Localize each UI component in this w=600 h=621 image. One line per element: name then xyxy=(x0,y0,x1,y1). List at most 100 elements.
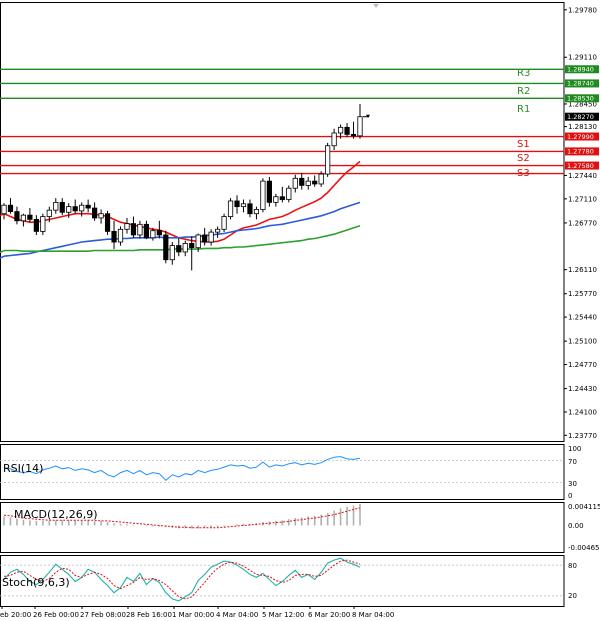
price-tick-label: 1.27110 xyxy=(568,195,597,203)
chart-background xyxy=(0,0,600,621)
candle-body xyxy=(7,204,14,212)
candle-body xyxy=(98,213,104,219)
level-label-r3: R3 xyxy=(517,68,530,79)
candle-body xyxy=(124,223,130,230)
candle-body xyxy=(137,223,143,236)
price-tick-label: 1.27440 xyxy=(568,172,597,180)
candle-body xyxy=(66,206,72,213)
candle-body xyxy=(247,203,253,215)
candle-body xyxy=(111,231,117,243)
price-tick-label: 1.25440 xyxy=(568,314,597,322)
candle-body xyxy=(286,187,292,200)
candle-body xyxy=(350,134,357,137)
candle-body xyxy=(130,223,137,236)
stoch-tick-label: 20 xyxy=(568,592,577,600)
candle-body xyxy=(279,196,285,200)
level-price-tag-label: 1.28740 xyxy=(567,80,594,88)
macd-label: MACD(12,26,9) xyxy=(14,508,98,521)
candle-body xyxy=(72,206,78,212)
candle-body xyxy=(202,234,208,243)
candle-body xyxy=(59,201,65,213)
price-tick-label: 1.24770 xyxy=(568,361,597,369)
candle-body xyxy=(40,216,46,232)
candle-body xyxy=(156,230,162,236)
price-tick-label: 1.25770 xyxy=(568,290,597,298)
candle-body xyxy=(176,245,182,253)
trading-chart: 1.297801.291101.284501.281301.274401.271… xyxy=(0,0,600,621)
candle-body xyxy=(357,116,363,137)
candle-body xyxy=(331,132,337,147)
candle-body xyxy=(27,214,33,220)
candle-body xyxy=(85,204,91,209)
candle-body xyxy=(318,173,324,185)
price-tick-label: 1.29110 xyxy=(568,54,597,62)
level-price-tag-label: 1.28940 xyxy=(567,66,594,74)
candle-body xyxy=(169,245,175,261)
candle-body xyxy=(20,214,27,222)
stoch-tick-label: 80 xyxy=(568,562,577,570)
candle-body xyxy=(266,180,272,203)
time-tick-label: 5 Mar 12:00 xyxy=(262,611,304,619)
candle-body xyxy=(117,228,124,243)
level-label-r2: R2 xyxy=(517,86,530,97)
candle-body xyxy=(227,200,234,217)
candle-body xyxy=(1,204,7,215)
candle-body xyxy=(163,234,169,261)
candle-body xyxy=(292,177,298,189)
time-tick-label: 28 Feb 16:00 xyxy=(126,611,172,619)
candle-body xyxy=(234,200,240,208)
macd-tick-label: 0.004115 xyxy=(568,503,600,511)
price-tick-label: 1.24430 xyxy=(568,385,597,393)
level-label-s3: S3 xyxy=(517,168,530,179)
candle-body xyxy=(325,145,331,175)
candle-body xyxy=(260,180,266,210)
candle-body xyxy=(337,126,344,134)
candle-body xyxy=(92,207,98,219)
rsi-tick-label: 70 xyxy=(568,458,577,466)
time-tick-label: 8 Mar 04:00 xyxy=(352,611,394,619)
price-tick-label: 1.26770 xyxy=(568,219,597,227)
candle-body xyxy=(195,234,201,249)
level-label-s2: S2 xyxy=(517,153,530,164)
candle-body xyxy=(53,201,59,211)
level-label-r1: R1 xyxy=(517,104,530,115)
current-price-label: 1.28270 xyxy=(567,113,594,121)
price-tick-label: 1.23770 xyxy=(568,432,597,440)
candle-body xyxy=(221,216,227,230)
price-tick-label: 1.26110 xyxy=(568,266,597,274)
candle-body xyxy=(214,228,221,233)
candle-body xyxy=(182,243,188,253)
candle-body xyxy=(14,211,20,222)
candle-body xyxy=(104,213,111,232)
level-price-tag-label: 1.27780 xyxy=(567,148,594,156)
candle-body xyxy=(143,223,149,239)
macd-tick-label: 0.00 xyxy=(568,522,584,530)
time-tick-label: 1 Mar 00:00 xyxy=(172,611,214,619)
rsi-label: RSI(14) xyxy=(3,462,43,475)
candle-body xyxy=(299,177,305,186)
candle-body xyxy=(79,204,85,212)
level-price-tag-label: 1.27580 xyxy=(567,162,594,170)
candle-body xyxy=(240,203,247,208)
price-tick-label: 1.24100 xyxy=(568,408,597,416)
candle-body xyxy=(305,180,311,186)
time-tick-label: 27 Feb 08:00 xyxy=(80,611,126,619)
level-price-tag-label: 1.28530 xyxy=(567,95,594,103)
price-tick-label: 1.25100 xyxy=(568,338,597,346)
candle-body xyxy=(253,209,260,215)
candle-body xyxy=(46,209,52,217)
level-label-s1: S1 xyxy=(517,139,530,150)
candle-body xyxy=(344,126,350,135)
price-tick-label: 1.28130 xyxy=(568,123,597,131)
time-tick-label: 26 Feb 00:00 xyxy=(33,611,79,619)
rsi-tick-label: 30 xyxy=(568,480,577,488)
candle-body xyxy=(208,231,214,243)
candle-body xyxy=(189,243,195,249)
time-tick-label: eb 20:00 xyxy=(0,611,31,619)
stoch-label: Stoch(9,6,3) xyxy=(2,576,70,589)
candle-body xyxy=(312,180,318,185)
candle-body xyxy=(273,196,279,203)
rsi-tick-label: 100 xyxy=(568,445,581,453)
candle-body xyxy=(150,230,156,239)
time-tick-label: 4 Mar 04:00 xyxy=(216,611,258,619)
